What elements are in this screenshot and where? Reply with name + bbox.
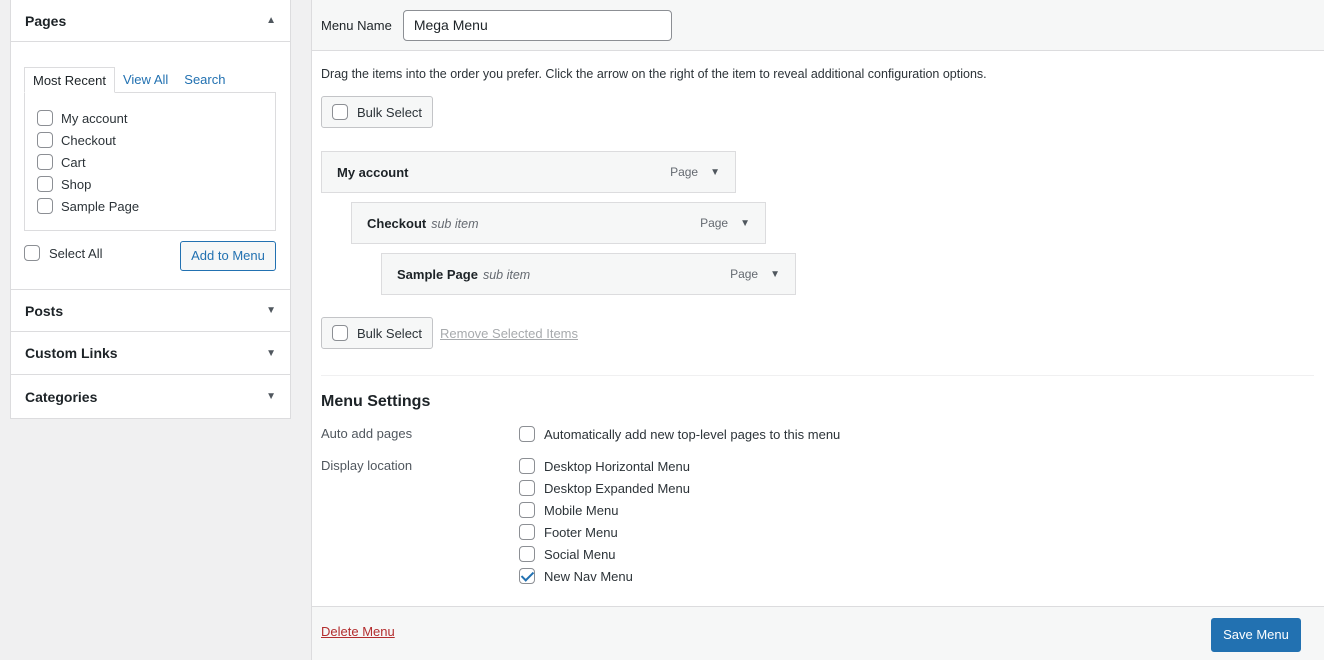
categories-accordion-title: Categories: [25, 388, 98, 405]
page-item-label: Shop: [61, 176, 92, 192]
menu-item-sub-label: sub item: [482, 267, 531, 282]
select-all-checkbox-row[interactable]: Select All: [24, 245, 102, 261]
menu-item-title: My account: [337, 164, 409, 180]
menu-item-controls: Page ▼: [670, 165, 720, 179]
menu-item-title: Sample Page: [397, 266, 478, 282]
location-new-nav-menu[interactable]: New Nav Menu: [519, 567, 633, 585]
tab-most-recent[interactable]: Most Recent: [24, 67, 115, 93]
location-label: Social Menu: [544, 546, 616, 562]
page-item-checkout[interactable]: Checkout: [37, 129, 275, 151]
collapse-arrow-icon[interactable]: ▲: [266, 15, 276, 26]
expand-item-arrow-icon[interactable]: ▼: [710, 167, 720, 178]
menu-item-title: Checkout: [367, 215, 427, 231]
page-checkbox[interactable]: [37, 132, 53, 148]
menu-item-controls: Page ▼: [700, 216, 750, 230]
location-label: New Nav Menu: [544, 568, 633, 584]
auto-add-option-label: Automatically add new top-level pages to…: [544, 426, 841, 442]
location-checkbox[interactable]: [519, 546, 535, 562]
location-social-menu[interactable]: Social Menu: [519, 545, 616, 563]
expand-arrow-icon[interactable]: ▼: [266, 305, 276, 316]
delete-menu-link[interactable]: Delete Menu: [321, 624, 395, 639]
bulk-select-label: Bulk Select: [357, 104, 423, 120]
custom-links-accordion-title: Custom Links: [25, 345, 118, 361]
posts-accordion-header[interactable]: Posts ▼: [11, 289, 290, 332]
location-checkbox-checked[interactable]: [519, 568, 535, 584]
tab-view-all[interactable]: View All: [115, 67, 176, 93]
page-checkbox[interactable]: [37, 110, 53, 126]
display-location-label: Display location: [321, 458, 413, 473]
location-mobile-menu[interactable]: Mobile Menu: [519, 501, 618, 519]
menu-settings-title: Menu Settings: [321, 393, 431, 410]
bulk-select-button[interactable]: Bulk Select: [321, 317, 434, 349]
menu-footer: Delete Menu Save Menu: [312, 606, 1324, 660]
auto-add-pages-option[interactable]: Automatically add new top-level pages to…: [519, 425, 840, 443]
bulk-select-label: Bulk Select: [357, 325, 423, 341]
page-item-shop[interactable]: Shop: [37, 173, 275, 195]
location-label: Footer Menu: [544, 524, 618, 540]
pages-tabs: Most Recent View All Search: [24, 67, 233, 93]
page-item-label: Cart: [61, 154, 86, 170]
page-item-label: My account: [61, 110, 128, 126]
location-label: Desktop Horizontal Menu: [544, 458, 690, 474]
expand-item-arrow-icon[interactable]: ▼: [770, 269, 780, 280]
location-footer-menu[interactable]: Footer Menu: [519, 523, 618, 541]
menu-item-sample-page[interactable]: Sample Page sub item Page ▼: [381, 253, 796, 295]
page-item-label: Checkout: [61, 132, 116, 148]
bulk-select-checkbox[interactable]: [332, 325, 348, 341]
menu-name-label: Menu Name: [321, 17, 392, 33]
location-checkbox[interactable]: [519, 480, 535, 496]
location-desktop-expanded-menu[interactable]: Desktop Expanded Menu: [519, 479, 690, 497]
menu-item-controls: Page ▼: [730, 267, 780, 281]
location-label: Desktop Expanded Menu: [544, 480, 690, 496]
menu-item-my-account[interactable]: My account Page ▼: [321, 151, 736, 193]
location-desktop-horizontal-menu[interactable]: Desktop Horizontal Menu: [519, 457, 690, 475]
menu-item-sub-label: sub item: [431, 216, 479, 231]
menu-structure-panel: Menu Name Drag the items into the order …: [311, 0, 1324, 660]
save-menu-button[interactable]: Save Menu: [1211, 618, 1301, 652]
posts-accordion-title: Posts: [25, 302, 64, 319]
page-checkbox[interactable]: [37, 154, 53, 170]
page-item-sample-page[interactable]: Sample Page: [37, 195, 275, 217]
location-checkbox[interactable]: [519, 524, 535, 540]
settings-divider: [321, 375, 1314, 376]
select-all-label: Select All: [49, 245, 103, 261]
auto-add-pages-label: Auto add pages: [321, 426, 413, 441]
bulk-select-button[interactable]: Bulk Select: [321, 96, 434, 128]
custom-links-accordion-header[interactable]: Custom Links ▼: [11, 332, 290, 375]
page-item-cart[interactable]: Cart: [37, 151, 275, 173]
add-to-menu-button[interactable]: Add to Menu: [180, 241, 276, 271]
add-menu-items-panel: Pages ▲ Most Recent View All Search My a…: [10, 0, 291, 419]
categories-accordion-header[interactable]: Categories ▼: [11, 375, 290, 418]
page-checkbox[interactable]: [37, 176, 53, 192]
location-label: Mobile Menu: [544, 502, 619, 518]
expand-arrow-icon[interactable]: ▼: [266, 391, 276, 402]
page-checkbox[interactable]: [37, 198, 53, 214]
pages-accordion-header[interactable]: Pages ▲: [11, 0, 290, 42]
page-item-label: Sample Page: [61, 198, 140, 214]
location-checkbox[interactable]: [519, 502, 535, 518]
menu-item-type: Page: [730, 267, 759, 281]
select-all-row: Select All Add to Menu: [24, 240, 276, 272]
menu-item-heading: Checkout sub item: [367, 216, 478, 231]
bulk-select-checkbox[interactable]: [332, 104, 348, 120]
auto-add-checkbox[interactable]: [519, 426, 535, 442]
select-all-checkbox[interactable]: [24, 245, 40, 261]
pages-accordion-title: Pages: [25, 12, 67, 29]
menu-item-checkout[interactable]: Checkout sub item Page ▼: [351, 202, 766, 244]
menu-name-input[interactable]: [402, 9, 672, 41]
remove-selected-items-link[interactable]: Remove Selected Items: [440, 326, 578, 341]
location-checkbox[interactable]: [519, 458, 535, 474]
menu-item-heading: Sample Page sub item: [397, 267, 530, 282]
menu-item-type: Page: [670, 165, 699, 179]
menu-name-header: Menu Name: [312, 0, 1324, 51]
expand-item-arrow-icon[interactable]: ▼: [740, 218, 750, 229]
drag-instructions: Drag the items into the order you prefer…: [321, 67, 987, 81]
menu-item-type: Page: [700, 216, 729, 230]
page-item-my-account[interactable]: My account: [37, 107, 275, 129]
tab-search[interactable]: Search: [176, 67, 233, 93]
expand-arrow-icon[interactable]: ▼: [266, 348, 276, 359]
pages-checklist: My account Checkout Cart Shop Sample Pag…: [24, 92, 276, 231]
